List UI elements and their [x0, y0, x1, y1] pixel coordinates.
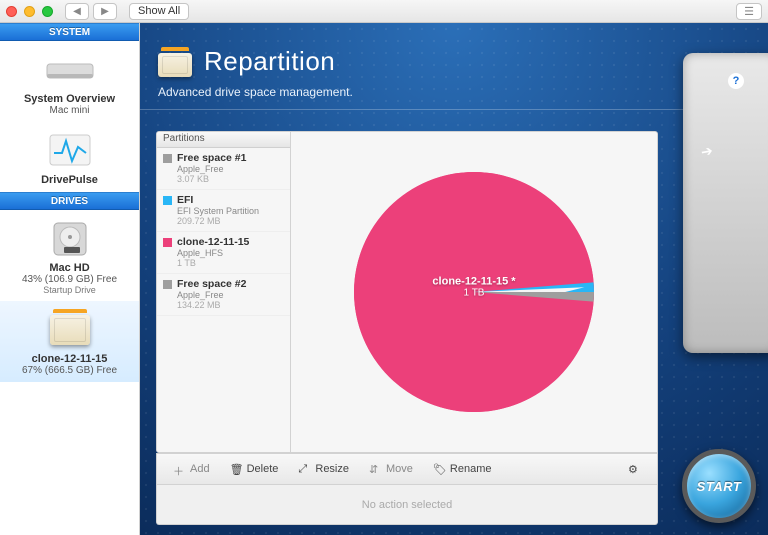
partition-type: EFI System Partition: [177, 206, 284, 216]
sidebar-item-overview[interactable]: System Overview Mac mini: [0, 41, 139, 122]
partition-panel: Partitions Free space #1Apple_Free3.07 K…: [156, 131, 658, 525]
sidebar-item-sub: 43% (106.9 GB) Free: [22, 274, 117, 285]
move-icon: ⇵: [369, 463, 382, 476]
help-button[interactable]: ?: [728, 73, 744, 89]
external-drive-icon: [42, 309, 98, 351]
trash-icon: 🗑: [230, 463, 243, 476]
pie-center-label: clone-12-11-15 * 1 TB: [432, 276, 515, 299]
sidebar-item-sub: Mac mini: [49, 105, 89, 116]
mac-mini-icon: [42, 49, 98, 91]
back-button[interactable]: ◀: [65, 3, 89, 20]
window-controls: [6, 6, 53, 17]
partition-size: 134.22 MB: [177, 300, 284, 310]
sidebar-item-label: System Overview: [24, 93, 115, 105]
sidebar-item-sub: 67% (666.5 GB) Free: [22, 365, 117, 376]
list-view-button[interactable]: ☰: [736, 3, 762, 20]
sidebar-section-system: SYSTEM: [0, 23, 139, 41]
sidebar-item-sub2: Startup Drive: [43, 285, 96, 295]
resize-icon: ⤢: [298, 463, 311, 476]
titlebar: ◀ ▶ Show All ☰: [0, 0, 768, 23]
pie-chart[interactable]: clone-12-11-15 * 1 TB: [354, 172, 594, 412]
zoom-icon[interactable]: [42, 6, 53, 17]
partition-name: Free space #2: [177, 278, 284, 290]
partition-list-header: Partitions: [157, 132, 290, 148]
start-button[interactable]: START: [682, 449, 756, 523]
resize-button[interactable]: ⤢Resize: [288, 454, 359, 484]
move-button[interactable]: ⇵Move: [359, 454, 423, 484]
partition-name: EFI: [177, 194, 284, 206]
partition-type: Apple_Free: [177, 164, 284, 174]
status-text: No action selected: [362, 499, 453, 511]
app-window: ◀ ▶ Show All ☰ SYSTEM System Overview Ma…: [0, 0, 768, 535]
nav-buttons: ◀ ▶: [65, 3, 117, 20]
partition-item[interactable]: clone-12-11-15Apple_HFS1 TB: [157, 232, 290, 274]
partition-list: Partitions Free space #1Apple_Free3.07 K…: [156, 131, 291, 453]
pie-chart-area: clone-12-11-15 * 1 TB: [291, 131, 658, 453]
add-button[interactable]: ＋Add: [163, 454, 220, 484]
page-header: Repartition ?: [140, 23, 768, 83]
tag-icon: 🏷: [433, 463, 446, 476]
settings-button[interactable]: ⚙: [618, 454, 651, 484]
partition-size: 3.07 KB: [177, 174, 284, 184]
color-swatch: [163, 196, 172, 205]
repartition-icon: [158, 45, 192, 77]
harddrive-illustration: [683, 53, 768, 353]
partition-type: Apple_HFS: [177, 248, 284, 258]
internal-drive-icon: [42, 218, 98, 260]
gear-icon: ⚙: [628, 463, 641, 476]
main-content: ➔ Repartition ? Advanced drive space man…: [140, 23, 768, 535]
partition-item[interactable]: EFIEFI System Partition209.72 MB: [157, 190, 290, 232]
color-swatch: [163, 154, 172, 163]
partition-name: Free space #1: [177, 152, 284, 164]
sidebar-item-drive-clone[interactable]: clone-12-11-15 67% (666.5 GB) Free: [0, 301, 139, 382]
sidebar-item-label: DrivePulse: [41, 174, 98, 186]
color-swatch: [163, 280, 172, 289]
page-title: Repartition: [204, 46, 335, 77]
sidebar-item-label: Mac HD: [49, 262, 89, 274]
color-swatch: [163, 238, 172, 247]
partition-item[interactable]: Free space #2Apple_Free134.22 MB: [157, 274, 290, 316]
action-toolbar: ＋Add 🗑Delete ⤢Resize ⇵Move 🏷Rename ⚙: [156, 453, 658, 485]
delete-button[interactable]: 🗑Delete: [220, 454, 289, 484]
sidebar-item-drive-machd[interactable]: Mac HD 43% (106.9 GB) Free Startup Drive: [0, 210, 139, 301]
plus-icon: ＋: [173, 463, 186, 476]
show-all-button[interactable]: Show All: [129, 3, 189, 20]
forward-button[interactable]: ▶: [93, 3, 117, 20]
page-subtitle: Advanced drive space management.: [140, 83, 768, 110]
partition-name: clone-12-11-15: [177, 236, 284, 248]
partition-size: 209.72 MB: [177, 216, 284, 226]
status-bar: No action selected: [156, 485, 658, 525]
close-icon[interactable]: [6, 6, 17, 17]
partition-item[interactable]: Free space #1Apple_Free3.07 KB: [157, 148, 290, 190]
drivepulse-icon: [42, 130, 98, 172]
minimize-icon[interactable]: [24, 6, 35, 17]
rename-button[interactable]: 🏷Rename: [423, 454, 502, 484]
sidebar-item-drivepulse[interactable]: DrivePulse: [0, 122, 139, 192]
sidebar-section-drives: DRIVES: [0, 192, 139, 210]
sidebar: SYSTEM System Overview Mac mini DrivePul…: [0, 23, 140, 535]
sidebar-item-label: clone-12-11-15: [32, 353, 108, 365]
partition-size: 1 TB: [177, 258, 284, 268]
partition-type: Apple_Free: [177, 290, 284, 300]
